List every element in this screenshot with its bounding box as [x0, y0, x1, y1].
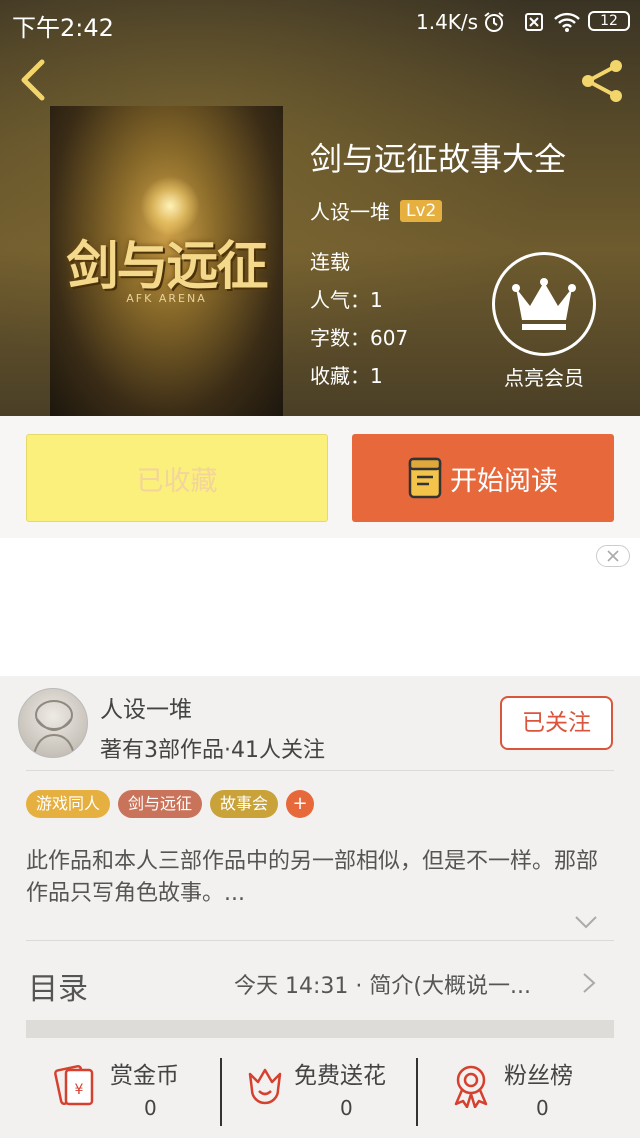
fan-ranking-label: 粉丝榜	[504, 1063, 573, 1089]
cover-subtitle: AFK ARENA	[126, 292, 207, 305]
no-sim-icon	[525, 13, 543, 31]
svg-text:¥: ¥	[75, 1082, 84, 1098]
divider	[220, 1058, 222, 1126]
share-button[interactable]	[578, 58, 628, 104]
cover-title: 剑与远征	[66, 236, 268, 297]
back-button[interactable]	[14, 58, 54, 102]
battery-icon: 12	[588, 11, 630, 31]
book-title: 剑与远征故事大全	[310, 140, 567, 178]
send-flower-button[interactable]: 免费送花 0	[242, 1052, 412, 1132]
collected-button[interactable]: 已收藏	[26, 434, 328, 522]
flower-icon	[248, 1068, 282, 1105]
close-ad-button[interactable]	[596, 545, 630, 567]
close-icon	[607, 550, 619, 562]
book-description[interactable]: 此作品和本人三部作品中的另一部相似，但是不一样。那部作品只写角色故事。...	[26, 846, 616, 910]
fan-ranking-button[interactable]: 粉丝榜 0	[448, 1052, 598, 1132]
tag-list: 游戏同人 剑与远征 故事会 +	[26, 790, 315, 818]
expand-chevron-icon[interactable]	[574, 914, 598, 930]
divider	[26, 940, 614, 941]
wifi-icon	[554, 12, 580, 32]
ad-area	[0, 538, 640, 676]
divider	[416, 1058, 418, 1126]
avatar-illustration	[32, 700, 76, 757]
send-flower-value: 0	[340, 1096, 353, 1120]
tag-game-fanfic[interactable]: 游戏同人	[26, 790, 111, 818]
book-status: 连载	[310, 250, 350, 274]
send-flower-label: 免费送花	[294, 1063, 386, 1089]
book-popularity: 人气：1	[310, 288, 383, 312]
vip-label: 点亮会员	[504, 366, 584, 390]
crown-icon	[512, 278, 576, 330]
status-time: 下午2:42	[12, 14, 114, 42]
tag-story[interactable]: 故事会	[210, 790, 279, 818]
book-cover[interactable]: 剑与远征 AFK ARENA	[50, 106, 283, 416]
author-name[interactable]: 人设一堆	[100, 690, 192, 724]
start-reading-label: 开始阅读	[450, 465, 558, 497]
fan-ranking-value: 0	[536, 1096, 549, 1120]
toc-label[interactable]: 目录	[28, 964, 88, 1008]
reward-coins-label: 赏金币	[110, 1063, 179, 1089]
book-author-row[interactable]: 人设一堆 Lv2	[310, 196, 443, 225]
reward-coins-value: 0	[144, 1096, 157, 1120]
reward-coins-button[interactable]: ¥ 赏金币 0	[52, 1052, 202, 1132]
book-header: 下午2:42 1.4K/s 12 剑与远征 AFK ARENA 剑与远征故事大全…	[0, 0, 640, 416]
tag-afk-arena[interactable]: 剑与远征	[118, 790, 203, 818]
action-bar: 已收藏 开始阅读	[0, 416, 640, 538]
collected-label: 已收藏	[136, 465, 218, 497]
bottom-action-bar: ¥ 赏金币 0 免费送花 0 粉丝榜 0	[0, 1052, 640, 1138]
author-stats: 著有3部作品·41人关注	[100, 738, 325, 763]
book-author[interactable]: 人设一堆	[310, 196, 390, 225]
follow-button[interactable]: 已关注	[500, 696, 613, 750]
vip-circle	[492, 252, 596, 356]
author-section: 人设一堆 著有3部作品·41人关注 已关注 游戏同人 剑与远征 故事会 + 此作…	[0, 676, 640, 1138]
red-envelope-icon: ¥	[54, 1064, 94, 1106]
author-level-badge: Lv2	[400, 199, 443, 222]
alarm-icon	[484, 12, 504, 32]
book-word-count: 字数：607	[310, 326, 409, 350]
section-separator	[26, 1020, 614, 1038]
medal-icon	[454, 1065, 488, 1108]
book-detail-page: 下午2:42 1.4K/s 12 剑与远征 AFK ARENA 剑与远征故事大全…	[0, 0, 640, 1138]
status-bar: 下午2:42 1.4K/s 12	[0, 0, 640, 44]
start-reading-button[interactable]: 开始阅读	[352, 434, 614, 522]
book-favorites: 收藏：1	[310, 364, 383, 388]
book-icon	[408, 457, 442, 499]
divider	[26, 770, 614, 771]
network-speed: 1.4K/s	[416, 10, 479, 34]
vip-button[interactable]: 点亮会员	[492, 252, 596, 391]
add-tag-button[interactable]: +	[286, 790, 315, 818]
author-avatar[interactable]	[18, 688, 88, 758]
chevron-right-icon[interactable]	[582, 972, 596, 994]
toc-latest-chapter[interactable]: 今天 14:31 · 简介(大概说一...	[234, 968, 531, 1000]
